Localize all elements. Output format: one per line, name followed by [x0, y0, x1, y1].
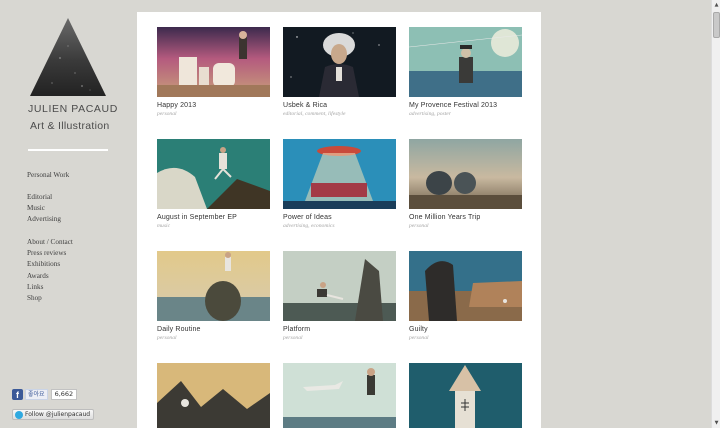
portfolio-item-daily-routine[interactable]: Daily Routine personal — [157, 251, 270, 341]
twitter-follow-widget: Follow @julienpacaud — [12, 409, 95, 420]
portfolio-item-title: My Provence Festival 2013 — [409, 102, 498, 109]
portfolio-item-pyramid-head[interactable] — [409, 363, 522, 428]
portfolio-item-title: Guilty — [409, 326, 428, 333]
scroll-up-arrow-icon[interactable]: ▲ — [712, 0, 720, 10]
platform-thumbnail[interactable] — [283, 251, 396, 321]
portfolio-item-title: Happy 2013 — [157, 102, 197, 109]
portfolio-item-title: One Million Years Trip — [409, 214, 481, 221]
facebook-icon[interactable]: f — [12, 389, 23, 400]
portfolio-item-tags: personal — [157, 111, 177, 117]
portfolio-item-tags: personal — [409, 223, 429, 229]
nav-item-music[interactable]: Music — [27, 203, 61, 214]
portfolio-item-mountains[interactable] — [157, 363, 270, 428]
nav-item-shop[interactable]: Shop — [27, 293, 73, 304]
twitter-follow-label: Follow @julienpacaud — [25, 411, 91, 418]
nav-item-advertising[interactable]: Advertising — [27, 214, 61, 225]
nav-item-exhibitions[interactable]: Exhibitions — [27, 259, 73, 270]
triangle-logo-icon[interactable] — [30, 18, 106, 96]
vertical-scrollbar[interactable]: ▲ ▼ — [711, 0, 720, 428]
portfolio-item-guilty[interactable]: Guilty personal — [409, 251, 522, 341]
august-september-thumbnail[interactable] — [157, 139, 270, 209]
daily-routine-thumbnail[interactable] — [157, 251, 270, 321]
portfolio-item-platform[interactable]: Platform personal — [283, 251, 396, 341]
portfolio-item-usbek-rica[interactable]: Usbek & Rica editorial, comment, lifesty… — [283, 27, 396, 117]
portfolio-item-title: Usbek & Rica — [283, 102, 328, 109]
scroll-down-arrow-icon[interactable]: ▼ — [712, 418, 720, 428]
provence-festival-thumbnail[interactable] — [409, 27, 522, 97]
portfolio-item-title: Power of Ideas — [283, 214, 332, 221]
power-of-ideas-thumbnail[interactable] — [283, 139, 396, 209]
facebook-like-button[interactable]: 좋아요 — [25, 389, 48, 400]
happy-2013-thumbnail[interactable] — [157, 27, 270, 97]
portfolio-item-provence-festival[interactable]: My Provence Festival 2013 advertising, p… — [409, 27, 522, 117]
portfolio-item-title: Daily Routine — [157, 326, 201, 333]
twitter-follow-button[interactable]: Follow @julienpacaud — [12, 409, 95, 420]
portfolio-item-tags: advertising, economics — [283, 223, 335, 229]
portfolio-item-tags: advertising, poster — [409, 111, 451, 117]
portfolio-item-august-september[interactable]: August in September EP music — [157, 139, 270, 229]
portfolio-item-power-of-ideas[interactable]: Power of Ideas advertising, economics — [283, 139, 396, 229]
scrollbar-thumb[interactable] — [713, 12, 720, 38]
sidebar-divider — [28, 149, 108, 151]
facebook-like-widget: f 좋아요 6,662 — [12, 389, 78, 400]
portfolio-item-one-million-years[interactable]: One Million Years Trip personal — [409, 139, 522, 229]
airplane-thumbnail[interactable] — [283, 363, 396, 428]
nav-personal: Personal Work — [27, 170, 69, 181]
portfolio-item-airplane[interactable] — [283, 363, 396, 428]
one-million-years-thumbnail[interactable] — [409, 139, 522, 209]
nav-item-awards[interactable]: Awards — [27, 271, 73, 282]
pyramid-head-thumbnail[interactable] — [409, 363, 522, 428]
portfolio-item-tags: editorial, comment, lifestyle — [283, 111, 346, 117]
nav-info: About / Contact Press reviews Exhibition… — [27, 237, 73, 304]
mountains-thumbnail[interactable] — [157, 363, 270, 428]
portfolio-item-tags: personal — [409, 335, 429, 341]
brand-name[interactable]: JULIEN PACAUD — [28, 103, 118, 115]
portfolio-item-title: August in September EP — [157, 214, 237, 221]
portfolio-item-tags: music — [157, 223, 171, 229]
portfolio-item-tags: personal — [283, 335, 303, 341]
nav-item-press-reviews[interactable]: Press reviews — [27, 248, 73, 259]
nav-item-links[interactable]: Links — [27, 282, 73, 293]
nav-item-personal-work[interactable]: Personal Work — [27, 170, 69, 181]
nav-item-editorial[interactable]: Editorial — [27, 192, 61, 203]
nav-item-about-contact[interactable]: About / Contact — [27, 237, 73, 248]
facebook-like-count: 6,662 — [50, 389, 78, 400]
portfolio-item-happy-2013[interactable]: Happy 2013 personal — [157, 27, 270, 117]
sidebar: JULIEN PACAUD Art & Illustration Persona… — [0, 0, 137, 428]
portfolio-item-tags: personal — [157, 335, 177, 341]
guilty-thumbnail[interactable] — [409, 251, 522, 321]
usbek-rica-thumbnail[interactable] — [283, 27, 396, 97]
nav-commissions: Editorial Music Advertising — [27, 192, 61, 226]
portfolio-item-title: Platform — [283, 326, 311, 333]
twitter-bird-icon — [15, 410, 23, 419]
brand-tagline: Art & Illustration — [30, 120, 110, 132]
portfolio-grid: Happy 2013 personal Usbek & Rica editori… — [137, 12, 541, 428]
